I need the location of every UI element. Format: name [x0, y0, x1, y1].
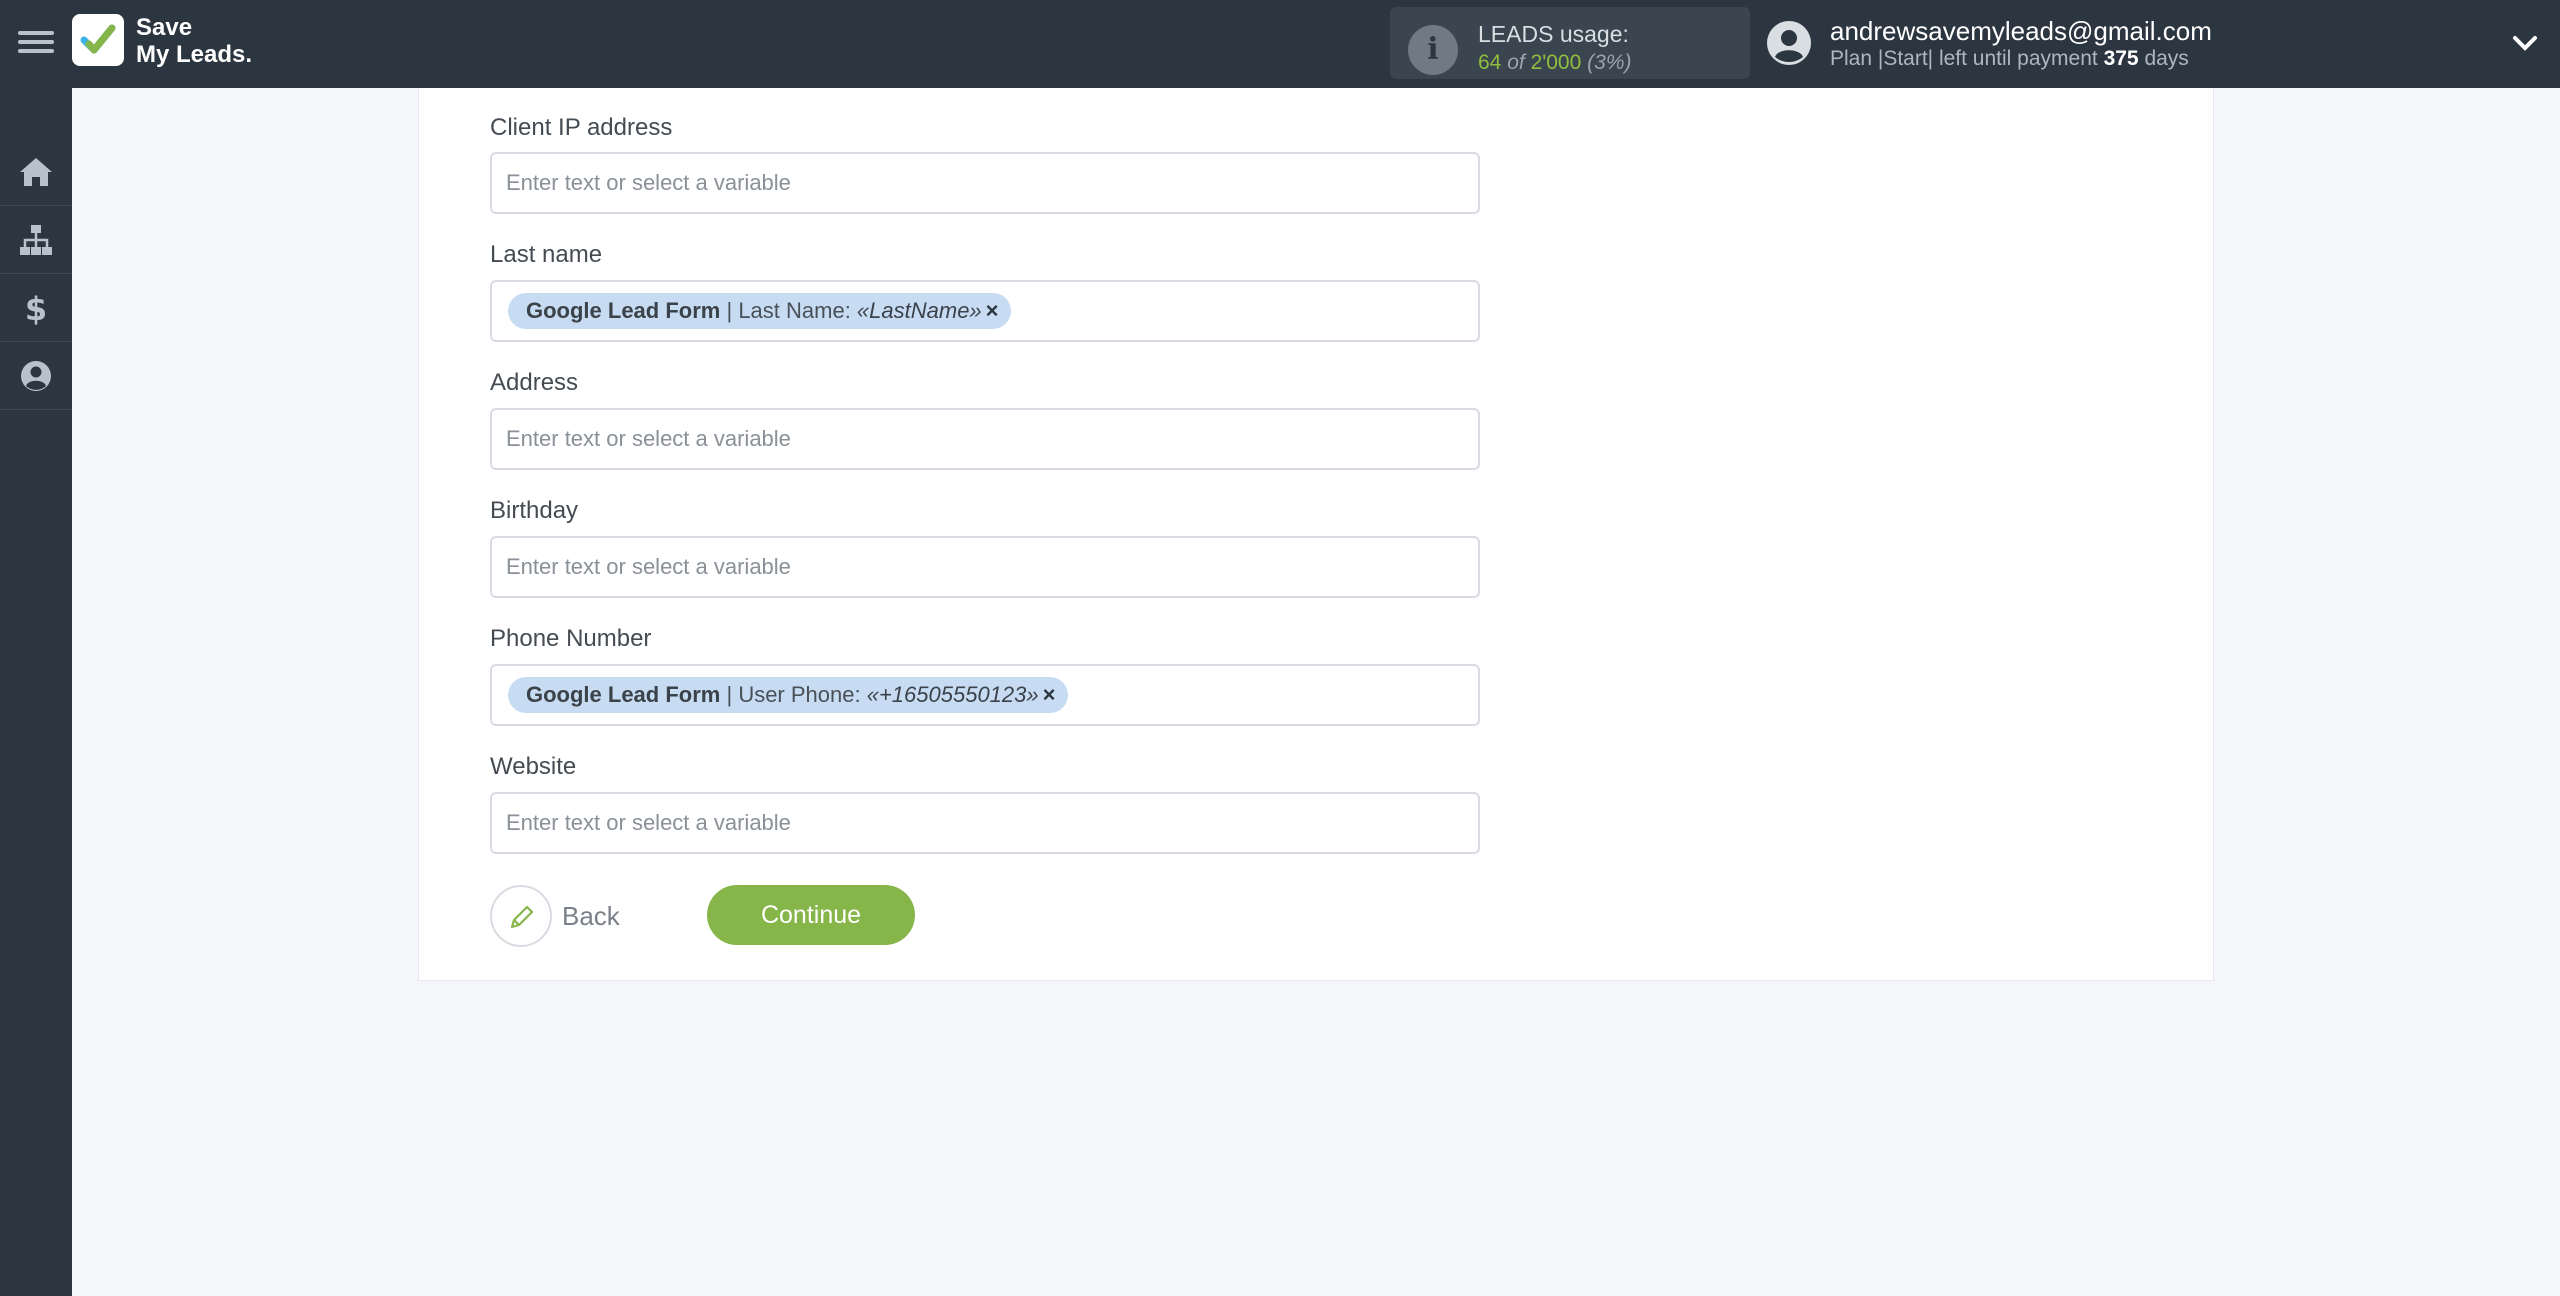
- sidebar: $: [0, 88, 72, 1296]
- chip-value: «+16505550123»: [866, 682, 1039, 707]
- address-label: Address: [490, 369, 579, 396]
- usage-percent: (3%): [1587, 51, 1632, 74]
- top-bar: Save My Leads. i LEADS usage: 64 of 2'00…: [0, 0, 2560, 88]
- phone-number-label: Phone Number: [490, 625, 652, 652]
- chip-value: «LastName»: [856, 298, 982, 323]
- chip-source: Google Lead Form: [526, 298, 721, 323]
- last-name-input[interactable]: Google Lead Form | Last Name: «LastName»…: [490, 280, 1480, 342]
- brand-line-2: My Leads.: [136, 41, 253, 68]
- plan-prefix: Plan |Start| left until payment: [1830, 47, 2098, 70]
- usage-title: LEADS usage:: [1478, 21, 1629, 47]
- website-placeholder: Enter text or select a variable: [506, 810, 791, 835]
- chip-field: Last Name:: [738, 298, 857, 323]
- birthday-label: Birthday: [490, 497, 579, 524]
- client-ip-placeholder: Enter text or select a variable: [506, 170, 791, 195]
- usage-count: 64 of 2'000 (3%): [1478, 51, 1631, 75]
- sidebar-item-connections[interactable]: [0, 206, 72, 274]
- phone-variable-chip[interactable]: Google Lead Form | User Phone: «+1650555…: [508, 677, 1068, 713]
- plan-days: 375: [2103, 47, 2139, 70]
- pencil-icon: [510, 905, 534, 929]
- brand-line-1: Save: [136, 14, 193, 41]
- client-ip-input[interactable]: Enter text or select a variable: [490, 152, 1480, 214]
- birthday-input[interactable]: Enter text or select a variable: [490, 536, 1480, 598]
- account-email[interactable]: andrewsavemyleads@gmail.com: [1830, 16, 2212, 47]
- last-name-label: Last name: [490, 241, 603, 268]
- home-icon: [20, 158, 52, 186]
- leads-usage-panel: i LEADS usage: 64 of 2'000 (3%): [1390, 7, 1750, 79]
- chevron-down-icon[interactable]: [2510, 28, 2540, 58]
- logo-icon[interactable]: [72, 14, 124, 66]
- continue-button[interactable]: Continue: [707, 885, 915, 945]
- account-plan: Plan |Start| left until payment 375 days: [1830, 47, 2189, 71]
- sidebar-item-billing[interactable]: $: [0, 274, 72, 342]
- chip-source: Google Lead Form: [526, 682, 721, 707]
- address-placeholder: Enter text or select a variable: [506, 426, 791, 451]
- phone-number-input[interactable]: Google Lead Form | User Phone: «+1650555…: [490, 664, 1480, 726]
- address-input[interactable]: Enter text or select a variable: [490, 408, 1480, 470]
- user-icon: [21, 361, 51, 391]
- chip-field: User Phone:: [738, 682, 867, 707]
- field-mapping-card: Client IP address Enter text or select a…: [418, 88, 2214, 981]
- birthday-placeholder: Enter text or select a variable: [506, 554, 791, 579]
- info-icon: i: [1408, 25, 1458, 75]
- usage-total: 2'000: [1530, 51, 1582, 74]
- svg-text:$: $: [25, 291, 47, 325]
- sidebar-item-account[interactable]: [0, 342, 72, 410]
- client-ip-label: Client IP address: [490, 114, 673, 141]
- brand-name[interactable]: Save My Leads.: [136, 14, 252, 68]
- chip-separator: |: [720, 298, 739, 323]
- back-button[interactable]: [490, 885, 552, 947]
- website-label: Website: [490, 753, 577, 780]
- hamburger-menu-icon[interactable]: [18, 26, 54, 62]
- last-name-variable-chip[interactable]: Google Lead Form | Last Name: «LastName»…: [508, 293, 1011, 329]
- website-input[interactable]: Enter text or select a variable: [490, 792, 1480, 854]
- remove-chip-icon[interactable]: ×: [986, 298, 999, 323]
- sidebar-item-home[interactable]: [0, 138, 72, 206]
- remove-chip-icon[interactable]: ×: [1043, 682, 1056, 707]
- back-label[interactable]: Back: [562, 901, 620, 932]
- chip-separator: |: [720, 682, 739, 707]
- account-avatar-icon[interactable]: [1766, 20, 1812, 66]
- plan-days-suffix: days: [2144, 47, 2189, 70]
- sitemap-icon: [20, 225, 52, 255]
- usage-of: of: [1507, 51, 1525, 74]
- dollar-icon: $: [25, 291, 47, 325]
- usage-used: 64: [1478, 51, 1502, 74]
